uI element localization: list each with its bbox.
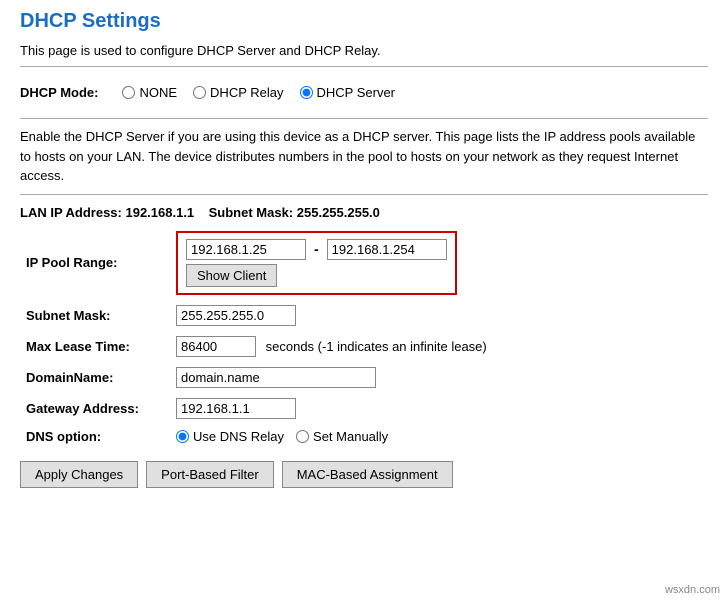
ip-pool-start-input[interactable] — [186, 239, 306, 260]
page-description: This page is used to configure DHCP Serv… — [20, 43, 708, 58]
lan-ip-label: LAN IP Address: — [20, 205, 122, 220]
divider-2 — [20, 118, 708, 119]
action-buttons: Apply Changes Port-Based Filter MAC-Base… — [20, 461, 708, 488]
mode-none-label: NONE — [139, 85, 177, 100]
gateway-cell — [170, 393, 708, 424]
lan-ip-value: 192.168.1.1 — [125, 205, 194, 220]
dns-manual-radio[interactable] — [296, 430, 309, 443]
divider-1 — [20, 66, 708, 67]
page-title: DHCP Settings — [20, 10, 708, 33]
gateway-label: Gateway Address: — [20, 393, 170, 424]
settings-table: IP Pool Range: - Show Client Subnet Mask… — [20, 226, 708, 449]
domain-name-input[interactable] — [176, 367, 376, 388]
lan-mask-value: 255.255.255.0 — [297, 205, 380, 220]
mode-server-label: DHCP Server — [317, 85, 396, 100]
max-lease-cell: seconds (-1 indicates an infinite lease) — [170, 331, 708, 362]
mac-assignment-button[interactable]: MAC-Based Assignment — [282, 461, 453, 488]
port-filter-button[interactable]: Port-Based Filter — [146, 461, 274, 488]
mode-server-option[interactable]: DHCP Server — [300, 85, 396, 100]
dns-option-row: DNS option: Use DNS Relay Set Manually — [20, 424, 708, 449]
dns-manual-option[interactable]: Set Manually — [296, 429, 388, 444]
dns-manual-label: Set Manually — [313, 429, 388, 444]
ip-pool-end-input[interactable] — [327, 239, 447, 260]
ip-pool-row: IP Pool Range: - Show Client — [20, 226, 708, 300]
ip-range-dash: - — [312, 241, 321, 257]
mode-server-radio[interactable] — [300, 86, 313, 99]
ip-range-row: - — [186, 239, 447, 260]
ip-pool-label: IP Pool Range: — [20, 226, 170, 300]
dhcp-mode-row: DHCP Mode: NONE DHCP Relay DHCP Server — [20, 75, 708, 110]
divider-3 — [20, 194, 708, 195]
lan-mask-label: Subnet Mask: — [209, 205, 294, 220]
dns-relay-option[interactable]: Use DNS Relay — [176, 429, 284, 444]
subnet-mask-label: Subnet Mask: — [20, 300, 170, 331]
subnet-mask-row: Subnet Mask: — [20, 300, 708, 331]
watermark: wsxdn.com — [665, 584, 720, 596]
domain-name-row: DomainName: — [20, 362, 708, 393]
dhcp-mode-label: DHCP Mode: — [20, 85, 98, 100]
max-lease-row: Max Lease Time: seconds (-1 indicates an… — [20, 331, 708, 362]
mode-relay-radio[interactable] — [193, 86, 206, 99]
domain-name-cell — [170, 362, 708, 393]
server-description: Enable the DHCP Server if you are using … — [20, 127, 708, 186]
dns-relay-radio[interactable] — [176, 430, 189, 443]
dns-option-label: DNS option: — [20, 424, 170, 449]
mode-relay-option[interactable]: DHCP Relay — [193, 85, 283, 100]
mode-relay-label: DHCP Relay — [210, 85, 283, 100]
lease-suffix: seconds (-1 indicates an infinite lease) — [266, 339, 487, 354]
mode-none-radio[interactable] — [122, 86, 135, 99]
show-client-row: Show Client — [186, 264, 447, 287]
subnet-mask-cell — [170, 300, 708, 331]
dns-options-row: Use DNS Relay Set Manually — [176, 429, 702, 444]
mode-none-option[interactable]: NONE — [122, 85, 177, 100]
domain-name-label: DomainName: — [20, 362, 170, 393]
ip-pool-inner: - Show Client — [186, 239, 447, 287]
ip-pool-cell: - Show Client — [170, 226, 708, 300]
ip-pool-box: - Show Client — [176, 231, 457, 295]
max-lease-label: Max Lease Time: — [20, 331, 170, 362]
subnet-mask-input[interactable] — [176, 305, 296, 326]
dns-relay-label: Use DNS Relay — [193, 429, 284, 444]
show-client-button[interactable]: Show Client — [186, 264, 277, 287]
lan-info: LAN IP Address: 192.168.1.1 Subnet Mask:… — [20, 205, 708, 220]
apply-changes-button[interactable]: Apply Changes — [20, 461, 138, 488]
dns-option-cell: Use DNS Relay Set Manually — [170, 424, 708, 449]
gateway-row: Gateway Address: — [20, 393, 708, 424]
gateway-input[interactable] — [176, 398, 296, 419]
max-lease-input[interactable] — [176, 336, 256, 357]
